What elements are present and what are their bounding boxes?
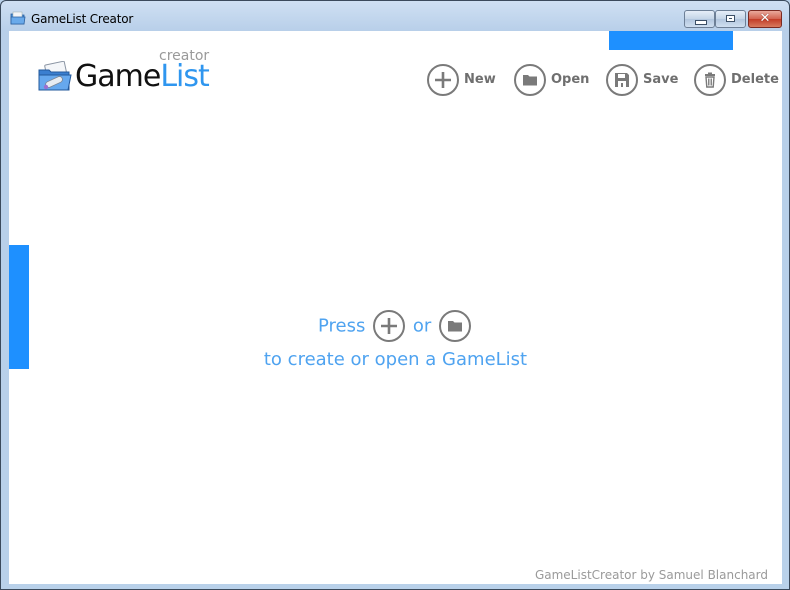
floppy-disk-icon: [606, 64, 638, 96]
footer-credit: GameListCreator by Samuel Blanchard: [534, 568, 768, 582]
minimize-button[interactable]: [684, 10, 715, 28]
open-label: Open: [551, 72, 590, 87]
empty-state-message: to create or open a GameList: [263, 349, 528, 370]
close-icon: ✕: [759, 11, 771, 26]
app-folder-icon: [10, 11, 26, 25]
accent-bar-top: [609, 31, 733, 50]
plus-icon[interactable]: [373, 310, 406, 342]
logo-game-text: Game: [75, 59, 161, 94]
delete-label: Delete: [731, 72, 779, 87]
folder-icon: [514, 64, 546, 96]
maximize-button[interactable]: [715, 10, 746, 28]
press-text: Press: [318, 315, 366, 337]
logo-title: GameList: [75, 59, 210, 94]
app-window: GameList Creator ✕ creator GameList New …: [0, 0, 790, 590]
close-button[interactable]: ✕: [748, 10, 782, 28]
trash-icon: [694, 64, 726, 96]
app-logo: creator GameList: [37, 45, 237, 105]
save-label: Save: [643, 72, 679, 87]
plus-icon: [427, 64, 459, 96]
window-title: GameList Creator: [31, 12, 134, 26]
logo-list-text: List: [160, 59, 209, 94]
folder-icon[interactable]: [439, 310, 471, 342]
new-label: New: [464, 72, 496, 87]
minimize-icon: [695, 20, 707, 25]
maximize-icon: [726, 15, 735, 22]
main-content: creator GameList New Open Save Delete Pr…: [9, 31, 782, 584]
title-bar[interactable]: GameList Creator ✕: [1, 1, 789, 31]
empty-state-prompt: Press or: [9, 310, 782, 344]
gamepad-folder-icon: [38, 61, 72, 91]
or-text: or: [412, 315, 432, 337]
